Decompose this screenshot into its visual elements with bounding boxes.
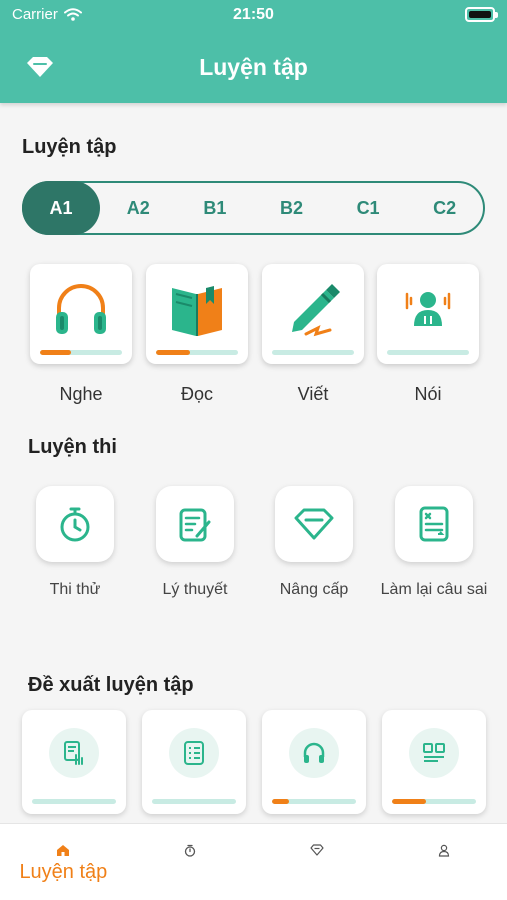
- tap-document-icon: [64, 741, 83, 765]
- skill-label-listening: Nghe: [59, 384, 103, 404]
- nav-tab-profile[interactable]: [380, 824, 507, 900]
- checklist-icon: [184, 741, 204, 765]
- exam-label-upgrade: Nâng cấp: [279, 581, 349, 598]
- nav-tab-practice-label: Luyện tập: [19, 861, 108, 883]
- exam-section-title: Luyện thi: [28, 436, 117, 458]
- nav-tab-premium[interactable]: [254, 824, 381, 900]
- suggestion-1-progress-bar: [32, 799, 116, 804]
- headphones-icon: [56, 284, 106, 334]
- suggestion-3-progress-bar: [272, 799, 356, 804]
- level-tab-a1[interactable]: A1: [22, 181, 100, 235]
- status-bar: Carrier 21:50: [0, 0, 507, 30]
- headphones-icon: [303, 742, 325, 763]
- nav-tab-exam[interactable]: [127, 824, 254, 900]
- level-tab-a2[interactable]: A2: [100, 183, 177, 233]
- skill-label-writing: Viết: [297, 384, 329, 404]
- stopwatch-icon: [184, 844, 196, 857]
- suggestion-card-1[interactable]: [22, 710, 126, 814]
- page-title: Luyện tập: [199, 54, 308, 80]
- bottom-nav: Luyện tập: [0, 823, 507, 900]
- skill-label-reading: Đọc: [180, 384, 213, 404]
- book-icon: [172, 286, 222, 336]
- level-tab-c2[interactable]: C2: [406, 183, 483, 233]
- skill-card-writing[interactable]: [262, 264, 364, 364]
- suggestion-card-2[interactable]: [142, 710, 246, 814]
- writing-progress-bar: [272, 350, 354, 355]
- quiz-grid-icon: [423, 743, 445, 762]
- suggestion-card-4[interactable]: [382, 710, 486, 814]
- status-time: 21:50: [233, 6, 274, 23]
- practice-section-title: Luyện tập: [22, 136, 117, 158]
- exam-item-retry-wrong[interactable]: [395, 486, 473, 562]
- suggestion-4-progress-bar: [392, 799, 476, 804]
- speaking-progress-bar: [387, 350, 469, 355]
- suggestions-section-title: Đề xuất luyện tập: [28, 674, 194, 696]
- skill-card-listening[interactable]: [30, 264, 132, 364]
- stopwatch-icon: [60, 507, 90, 542]
- exam-label-theory: Lý thuyết: [162, 581, 228, 598]
- user-icon: [438, 844, 449, 857]
- exam-label-retry-wrong: Làm lại câu sai: [380, 581, 488, 598]
- exam-item-mock-test[interactable]: [36, 486, 114, 562]
- level-tab-b2[interactable]: B2: [253, 183, 330, 233]
- pen-icon: [292, 284, 340, 337]
- battery-icon: [465, 7, 498, 22]
- nav-tab-practice[interactable]: Luyện tập: [0, 824, 127, 900]
- suggestion-card-3[interactable]: [262, 710, 366, 814]
- skill-label-speaking: Nói: [414, 384, 442, 404]
- speaker-person-icon: [405, 292, 451, 326]
- skill-card-speaking[interactable]: [377, 264, 479, 364]
- level-tab-c1[interactable]: C1: [330, 183, 407, 233]
- reading-progress-bar: [156, 350, 238, 355]
- exam-item-theory[interactable]: [156, 486, 234, 562]
- diamond-icon: [294, 508, 334, 540]
- exam-item-upgrade[interactable]: [275, 486, 353, 562]
- retry-list-icon: [419, 506, 449, 542]
- notebook-pen-icon: [179, 508, 211, 542]
- level-tab-b1[interactable]: B1: [177, 183, 254, 233]
- home-icon: [57, 845, 70, 856]
- diamond-icon: [310, 844, 324, 856]
- exam-label-mock-test: Thi thử: [49, 581, 101, 598]
- app-header: Carrier 21:50 Luyện tập: [0, 0, 507, 103]
- level-selector: A1 A2 B1 B2 C1 C2: [22, 181, 485, 235]
- suggestion-2-progress-bar: [152, 799, 236, 804]
- skill-card-reading[interactable]: [146, 264, 248, 364]
- listening-progress-bar: [40, 350, 122, 355]
